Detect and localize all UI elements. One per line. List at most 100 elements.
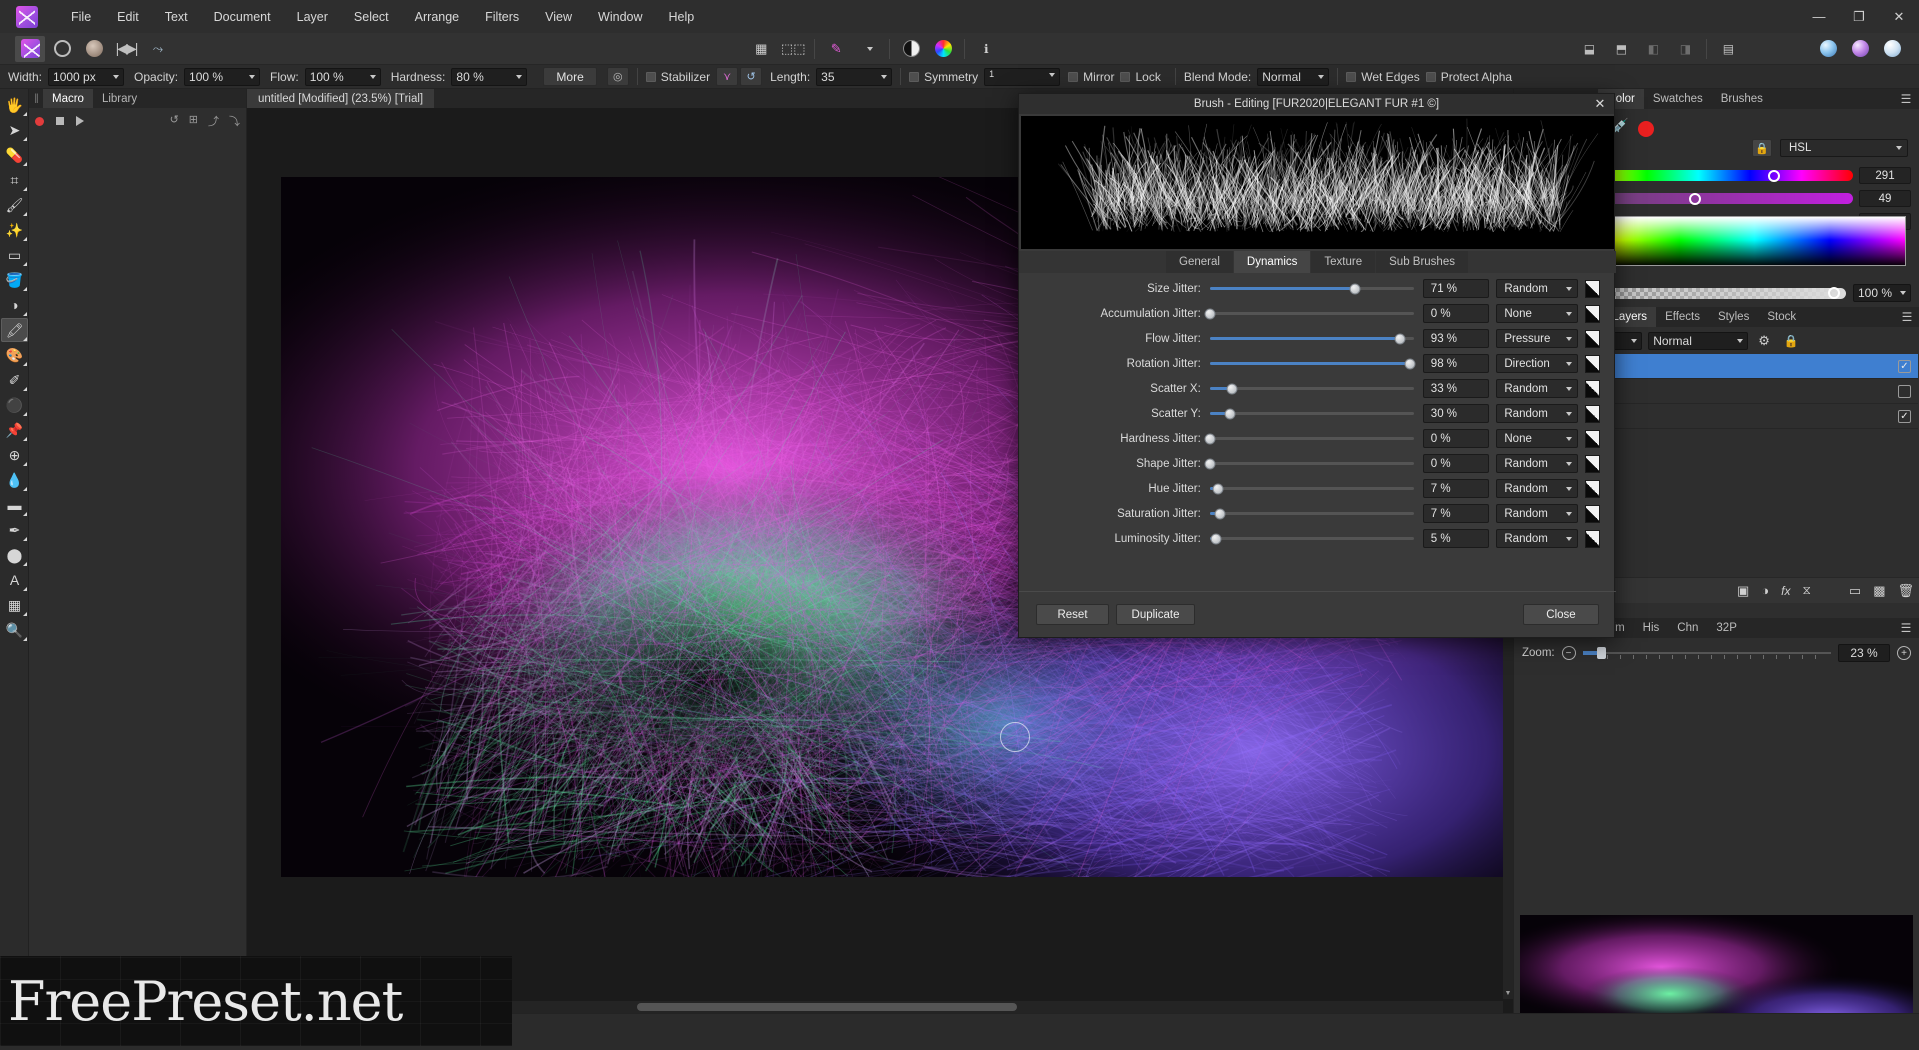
dynamics-slider-track[interactable]: [1210, 462, 1414, 465]
symmetry-count-field[interactable]: 1: [984, 68, 1060, 86]
saturation-value[interactable]: 49: [1859, 190, 1911, 207]
gear-icon[interactable]: ⚙: [1758, 333, 1770, 349]
chevron-down-icon[interactable]: [1566, 362, 1572, 366]
dynamics-source-select[interactable]: Random: [1496, 379, 1577, 398]
brush-settings-icon[interactable]: ◎: [607, 67, 629, 86]
duplicate-button[interactable]: Duplicate: [1116, 604, 1195, 625]
white-sphere-icon[interactable]: [1878, 36, 1908, 62]
curve-ramp-icon[interactable]: [1585, 355, 1600, 373]
close-icon[interactable]: ✕: [1590, 94, 1610, 114]
chevron-down-icon[interactable]: [1566, 387, 1572, 391]
tool-expand-triangle-icon[interactable]: [23, 462, 27, 466]
dynamics-source-select[interactable]: None: [1496, 429, 1577, 448]
chevron-down-icon[interactable]: [370, 75, 376, 79]
chevron-down-icon[interactable]: [1566, 337, 1572, 341]
tool-expand-triangle-icon[interactable]: [23, 537, 27, 541]
zoom-slider-track[interactable]: [1583, 652, 1831, 654]
saturation-slider-knob[interactable]: [1689, 193, 1701, 205]
tool-expand-triangle-icon[interactable]: [23, 212, 27, 216]
dynamics-slider-track[interactable]: [1210, 387, 1414, 390]
mirror-checkbox[interactable]: [1068, 72, 1078, 82]
info-icon[interactable]: ℹ: [971, 36, 1001, 62]
mesh-warp-tool[interactable]: ▦: [1, 593, 28, 617]
tab-effects[interactable]: Effects: [1656, 307, 1709, 327]
opacity-value-field[interactable]: 100 %: [1853, 284, 1911, 302]
marquee-tool[interactable]: ▭: [1, 243, 28, 267]
tab-sub-brushes[interactable]: Sub Brushes: [1376, 251, 1468, 273]
mask-icon[interactable]: ▣: [1737, 583, 1749, 599]
menu-file[interactable]: File: [58, 4, 104, 30]
chevron-down-icon[interactable]: [249, 75, 255, 79]
dynamics-slider-knob[interactable]: [1227, 383, 1238, 394]
tool-expand-triangle-icon[interactable]: [23, 362, 27, 366]
liquify-persona-icon[interactable]: [47, 36, 77, 62]
menu-arrange[interactable]: Arrange: [402, 4, 472, 30]
chevron-down-icon[interactable]: [881, 75, 887, 79]
chevron-down-icon[interactable]: [1566, 312, 1572, 316]
dynamics-slider-knob[interactable]: [1210, 533, 1221, 544]
brush-width-field[interactable]: 1000 px: [48, 68, 124, 86]
dynamics-source-select[interactable]: Random: [1496, 504, 1577, 523]
menu-help[interactable]: Help: [656, 4, 708, 30]
dynamics-value-field[interactable]: 71 %: [1423, 279, 1490, 298]
panel-menu-icon[interactable]: ☰: [1893, 618, 1919, 638]
tool-expand-triangle-icon[interactable]: [23, 512, 27, 516]
wet-edges-checkbox[interactable]: [1346, 72, 1356, 82]
tab-32p[interactable]: 32P: [1707, 618, 1745, 638]
dynamics-source-select[interactable]: Direction: [1496, 354, 1577, 373]
live-filter-icon[interactable]: ⧖: [1802, 583, 1810, 598]
chevron-down-icon[interactable]: [113, 75, 119, 79]
dynamics-slider-track[interactable]: [1210, 537, 1414, 540]
record-icon[interactable]: [35, 117, 44, 126]
layer-visibility-checkbox[interactable]: ✓: [1898, 410, 1911, 423]
lock-icon[interactable]: 🔒: [1784, 334, 1799, 348]
stabilizer-length-field[interactable]: 35: [816, 68, 892, 86]
dynamics-source-select[interactable]: Pressure: [1496, 329, 1577, 348]
dynamics-slider-track[interactable]: [1210, 412, 1414, 415]
dynamics-source-select[interactable]: Random: [1496, 529, 1577, 548]
menu-layer[interactable]: Layer: [284, 4, 341, 30]
dynamics-value-field[interactable]: 0 %: [1423, 429, 1490, 448]
blue-sphere-icon[interactable]: [1814, 36, 1844, 62]
dynamics-source-select[interactable]: None: [1496, 304, 1577, 323]
shape-ellipse-tool[interactable]: ⬤: [1, 543, 28, 567]
reset-colors-icon[interactable]: [1638, 121, 1654, 137]
reset-button[interactable]: Reset: [1036, 604, 1109, 625]
gradient-tool[interactable]: ◑: [1, 293, 28, 317]
chevron-down-icon[interactable]: [1318, 75, 1324, 79]
dynamics-value-field[interactable]: 0 %: [1423, 304, 1490, 323]
dynamics-slider-knob[interactable]: [1204, 308, 1215, 319]
menu-edit[interactable]: Edit: [104, 4, 152, 30]
arrange-back-icon[interactable]: ◨: [1670, 36, 1700, 62]
assistant-icon[interactable]: ✎: [821, 36, 851, 62]
paint-brush-tool[interactable]: 🖍: [1, 318, 28, 342]
chevron-down-icon[interactable]: [1566, 437, 1572, 441]
dynamics-value-field[interactable]: 7 %: [1423, 504, 1490, 523]
chevron-down-icon[interactable]: [1566, 487, 1572, 491]
purple-sphere-icon[interactable]: [1846, 36, 1876, 62]
dynamics-slider-track[interactable]: [1210, 437, 1414, 440]
curve-ramp-icon[interactable]: [1585, 455, 1600, 473]
tool-expand-triangle-icon[interactable]: [23, 112, 27, 116]
tool-expand-triangle-icon[interactable]: [23, 187, 27, 191]
tool-expand-triangle-icon[interactable]: [23, 262, 27, 266]
tool-expand-triangle-icon[interactable]: [23, 612, 27, 616]
crop-tool[interactable]: ⌗: [1, 168, 28, 192]
horizontal-scroll-thumb[interactable]: [637, 1003, 1017, 1011]
export-icon[interactable]: ⤴: [208, 113, 219, 129]
dynamics-slider-knob[interactable]: [1394, 333, 1405, 344]
dynamics-slider-track[interactable]: [1210, 287, 1414, 290]
group-icon[interactable]: ▭: [1849, 583, 1861, 599]
document-tab[interactable]: untitled [Modified] (23.5%) [Trial]: [247, 89, 434, 108]
artistic-text-tool[interactable]: A: [1, 568, 28, 592]
menu-select[interactable]: Select: [341, 4, 402, 30]
tool-expand-triangle-icon[interactable]: [23, 487, 27, 491]
delete-icon[interactable]: 🗑: [1897, 583, 1914, 599]
erase-brush-tool[interactable]: ✐: [1, 368, 28, 392]
dynamics-source-select[interactable]: Random: [1496, 454, 1577, 473]
tool-expand-triangle-icon[interactable]: [23, 562, 27, 566]
stabilizer-checkbox[interactable]: [646, 72, 656, 82]
dynamics-slider-knob[interactable]: [1404, 358, 1415, 369]
dynamics-slider-track[interactable]: [1210, 337, 1414, 340]
window-stabilizer-icon[interactable]: ↺: [740, 67, 762, 86]
